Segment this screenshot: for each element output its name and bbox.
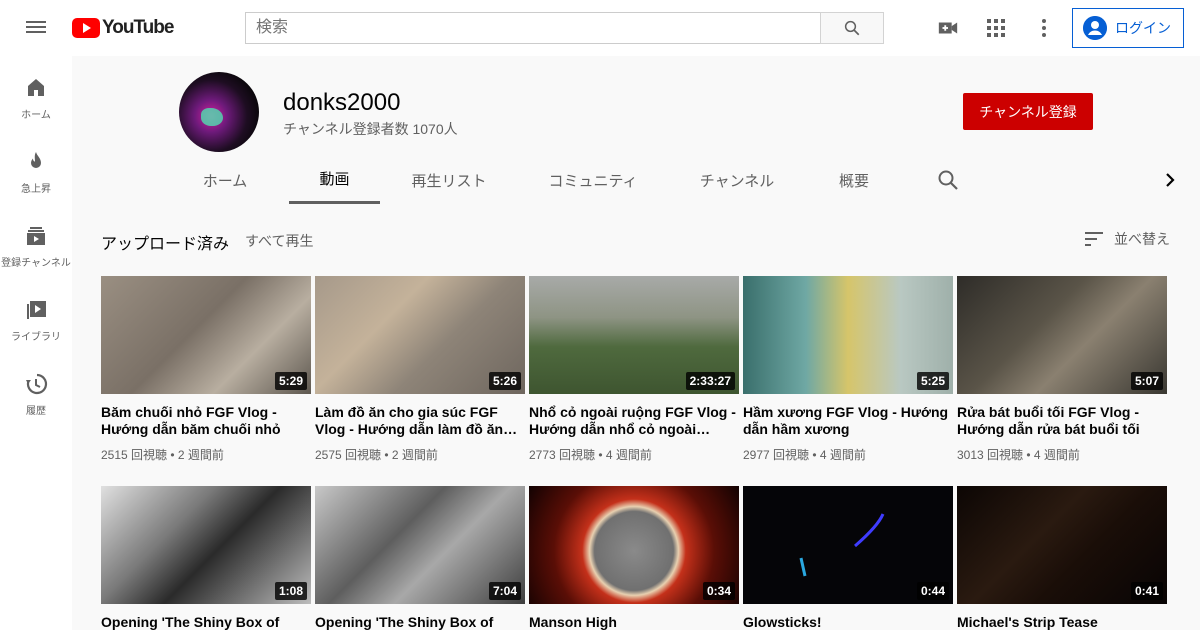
youtube-play-icon xyxy=(72,18,100,38)
video-duration: 5:29 xyxy=(274,372,307,390)
section-title[interactable]: アップロード済み xyxy=(101,230,229,254)
channel-avatar[interactable] xyxy=(179,72,259,152)
tab-channels[interactable]: チャンネル xyxy=(685,156,789,204)
video-card[interactable]: 5:29 Băm chuối nhỏ FGF Vlog - Hướng dẫn … xyxy=(101,276,311,463)
video-thumbnail[interactable]: 1:08 xyxy=(101,486,311,604)
login-label: ログイン xyxy=(1115,20,1171,36)
video-card[interactable]: 5:07 Rửa bát buổi tối FGF Vlog - Hướng d… xyxy=(957,276,1167,463)
search-input[interactable] xyxy=(245,12,820,44)
account-icon xyxy=(1083,16,1107,40)
video-card[interactable]: 0:34 Manson High xyxy=(529,486,739,630)
sidebar-item-label: 登録チャンネル xyxy=(1,258,71,269)
video-title[interactable]: Manson High xyxy=(529,614,739,630)
video-thumbnail[interactable]: 0:41 xyxy=(957,486,1167,604)
video-card[interactable]: 5:26 Làm đồ ăn cho gia súc FGF Vlog - Hư… xyxy=(315,276,525,463)
videos-section: アップロード済み すべて再生 並べ替え 5:29 Băm chuối nhỏ F… xyxy=(72,204,1200,630)
video-thumbnail[interactable]: 5:29 xyxy=(101,276,311,394)
video-title[interactable]: Opening 'The Shiny Box of xyxy=(315,614,525,630)
apps-grid-icon[interactable] xyxy=(984,16,1008,40)
video-thumbnail[interactable]: 7:04 xyxy=(315,486,525,604)
video-card[interactable]: 0:41 Michael's Strip Tease xyxy=(957,486,1167,630)
chevron-right-icon[interactable] xyxy=(1158,168,1182,192)
video-title[interactable]: Băm chuối nhỏ FGF Vlog - Hướng dẫn băm c… xyxy=(101,404,311,438)
channel-search-icon[interactable] xyxy=(936,168,960,192)
video-duration: 2:33:27 xyxy=(685,372,735,390)
sort-button[interactable]: 並べ替え xyxy=(1084,229,1170,249)
sidebar-item-home[interactable]: ホーム xyxy=(0,56,72,130)
video-meta: 2977 回視聴 • 4 週間前 xyxy=(743,448,866,462)
sidebar-item-label: ホーム xyxy=(21,110,51,121)
video-card[interactable]: 7:04 Opening 'The Shiny Box of xyxy=(315,486,525,630)
channel-name: donks2000 xyxy=(283,89,401,116)
sidebar-item-library[interactable]: ライブラリ xyxy=(0,278,72,352)
sort-icon xyxy=(1085,232,1103,246)
video-title[interactable]: Hầm xương FGF Vlog - Hướng dẫn hầm xương xyxy=(743,404,953,438)
sidebar-item-history[interactable]: 履歴 xyxy=(0,352,72,426)
video-thumbnail[interactable]: 0:44 xyxy=(743,486,953,604)
login-button[interactable]: ログイン xyxy=(1072,8,1184,48)
video-title[interactable]: Rửa bát buổi tối FGF Vlog - Hướng dẫn rử… xyxy=(957,404,1167,438)
top-bar: YouTube ログイン xyxy=(0,0,1200,56)
video-card[interactable]: 5:25 Hầm xương FGF Vlog - Hướng dẫn hầm … xyxy=(743,276,953,463)
play-all-link[interactable]: すべて再生 xyxy=(245,231,313,251)
video-duration: 5:07 xyxy=(1130,372,1163,390)
video-meta: 2773 回視聴 • 4 週間前 xyxy=(529,448,652,462)
subscriber-count: チャンネル登録者数 1070人 xyxy=(283,121,458,137)
video-card[interactable]: 0:44 Glowsticks! xyxy=(743,486,953,630)
subscriptions-icon xyxy=(27,227,45,245)
create-video-icon[interactable] xyxy=(936,16,960,40)
video-meta: 2575 回視聴 • 2 週間前 xyxy=(315,448,438,462)
logo-text: YouTube xyxy=(102,17,174,38)
menu-icon[interactable] xyxy=(24,18,48,38)
sidebar: ホーム 急上昇 登録チャンネル ライブラリ 履歴 xyxy=(0,56,72,630)
sidebar-item-label: ライブラリ xyxy=(11,332,61,343)
video-thumbnail[interactable]: 5:25 xyxy=(743,276,953,394)
video-card[interactable]: 1:08 Opening 'The Shiny Box of xyxy=(101,486,311,630)
video-thumbnail[interactable]: 2:33:27 xyxy=(529,276,739,394)
sort-label: 並べ替え xyxy=(1114,231,1170,247)
flame-icon xyxy=(31,152,41,168)
video-title[interactable]: Michael's Strip Tease xyxy=(957,614,1167,630)
tab-videos[interactable]: 動画 xyxy=(289,156,380,204)
tab-about[interactable]: 概要 xyxy=(829,156,879,204)
video-title[interactable]: Làm đồ ăn cho gia súc FGF Vlog - Hướng d… xyxy=(315,404,525,438)
video-title[interactable]: Opening 'The Shiny Box of xyxy=(101,614,311,630)
video-card[interactable]: 2:33:27 Nhổ cỏ ngoài ruộng FGF Vlog - Hư… xyxy=(529,276,739,463)
tab-community[interactable]: コミュニティ xyxy=(535,156,651,204)
sidebar-item-trending[interactable]: 急上昇 xyxy=(0,130,72,204)
history-icon xyxy=(26,373,48,395)
library-icon xyxy=(27,301,46,319)
sidebar-item-label: 急上昇 xyxy=(21,184,51,195)
video-duration: 0:34 xyxy=(702,582,735,600)
search-icon xyxy=(844,20,860,36)
video-duration: 7:04 xyxy=(488,582,521,600)
youtube-logo[interactable]: YouTube xyxy=(72,17,174,39)
video-meta: 2515 回視聴 • 2 週間前 xyxy=(101,448,224,462)
video-title[interactable]: Nhổ cỏ ngoài ruộng FGF Vlog - Hướng dẫn … xyxy=(529,404,739,438)
channel-header: donks2000 チャンネル登録者数 1070人 チャンネル登録 ホーム 動画… xyxy=(72,56,1200,204)
sidebar-item-subscriptions[interactable]: 登録チャンネル xyxy=(0,204,72,278)
video-duration: 5:26 xyxy=(488,372,521,390)
video-title[interactable]: Glowsticks! xyxy=(743,614,953,630)
sidebar-item-label: 履歴 xyxy=(26,406,46,417)
tab-home[interactable]: ホーム xyxy=(179,156,271,204)
search-bar xyxy=(245,12,884,44)
video-duration: 0:44 xyxy=(916,582,949,600)
search-button[interactable] xyxy=(820,12,884,44)
video-duration: 1:08 xyxy=(274,582,307,600)
subscribe-button[interactable]: チャンネル登録 xyxy=(963,93,1093,130)
tab-playlists[interactable]: 再生リスト xyxy=(401,156,497,204)
video-duration: 0:41 xyxy=(1130,582,1163,600)
video-thumbnail[interactable]: 5:26 xyxy=(315,276,525,394)
video-thumbnail[interactable]: 0:34 xyxy=(529,486,739,604)
more-options-icon[interactable] xyxy=(1032,16,1056,40)
video-duration: 5:25 xyxy=(916,372,949,390)
video-meta: 3013 回視聴 • 4 週間前 xyxy=(957,448,1080,462)
video-thumbnail[interactable]: 5:07 xyxy=(957,276,1167,394)
home-icon xyxy=(28,79,44,96)
